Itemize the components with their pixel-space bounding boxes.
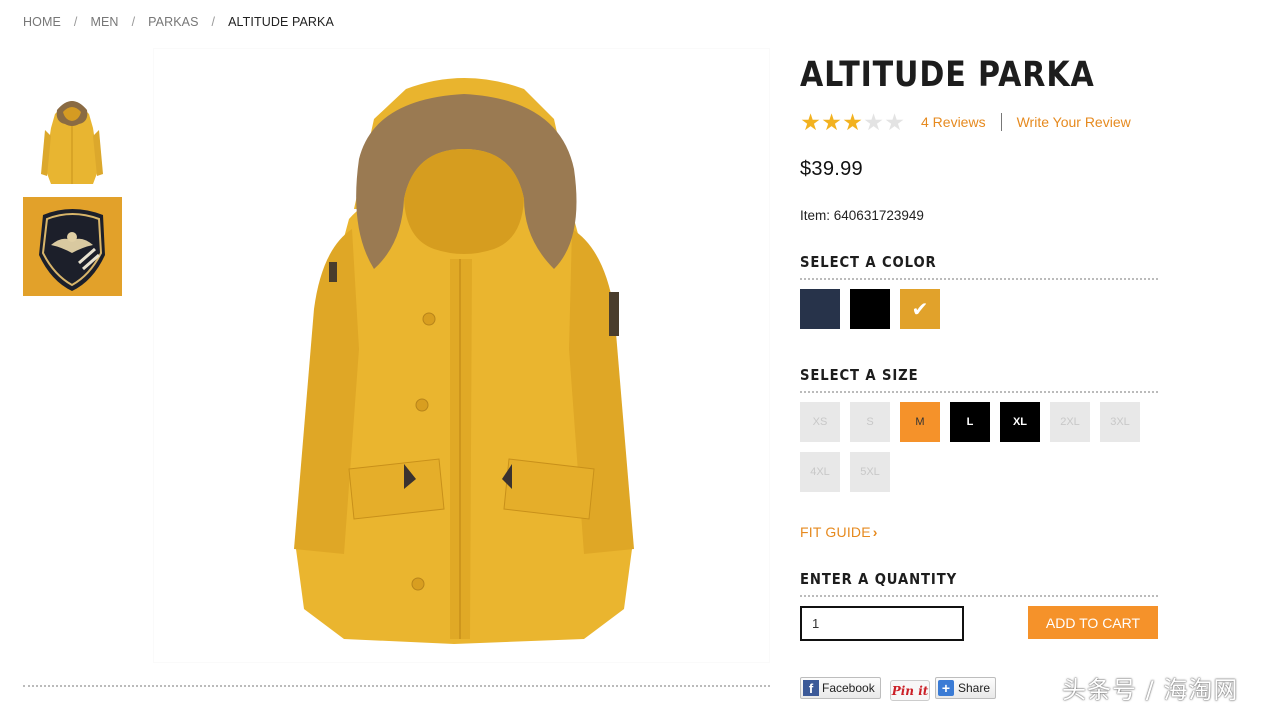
color-swatch-black[interactable] — [850, 289, 890, 329]
color-section-title: SELECT A COLOR — [800, 253, 937, 271]
item-value: 640631723949 — [833, 208, 924, 223]
breadcrumb-separator: / — [131, 15, 136, 29]
quantity-input[interactable] — [800, 606, 964, 641]
quantity-section-title: ENTER A QUANTITY — [800, 570, 958, 588]
fit-guide-link[interactable]: FIT GUIDE › — [800, 524, 878, 540]
size-section-title: SELECT A SIZE — [800, 366, 919, 384]
breadcrumb-men[interactable]: MEN — [90, 15, 118, 29]
plus-icon: + — [938, 680, 954, 696]
star-icon: ★ — [800, 109, 821, 135]
write-review-link[interactable]: Write Your Review — [1017, 114, 1131, 130]
share-button[interactable]: + Share — [935, 677, 997, 699]
checkmark-icon: ✔ — [911, 298, 929, 321]
add-to-cart-button[interactable]: ADD TO CART — [1028, 606, 1158, 639]
breadcrumb: HOME / MEN / PARKAS / ALTITUDE PARKA — [23, 15, 334, 29]
product-title: ALTITUDE PARKA — [800, 55, 1095, 95]
thumbnail-parka-front[interactable] — [23, 88, 122, 187]
chevron-right-icon: › — [872, 524, 878, 540]
patch-thumbnail-image — [23, 197, 122, 296]
star-icon: ★ — [842, 109, 863, 135]
breadcrumb-separator: / — [73, 15, 78, 29]
product-price: $39.99 — [800, 158, 863, 180]
item-label: Item: — [800, 208, 831, 223]
share-label: Share — [958, 681, 991, 695]
pinterest-button[interactable]: Pin it — [890, 680, 930, 701]
facebook-icon: f — [803, 680, 819, 696]
size-option-3xl[interactable]: 3XL — [1100, 402, 1140, 442]
size-option-4xl[interactable]: 4XL — [800, 452, 840, 492]
breadcrumb-home[interactable]: HOME — [23, 15, 61, 29]
color-section-rule — [800, 278, 1158, 280]
product-rating: ★ ★ ★ ★ ★ 4 Reviews Write Your Review — [800, 110, 1131, 134]
fit-guide-label: FIT GUIDE — [800, 524, 871, 540]
size-option-xs[interactable]: XS — [800, 402, 840, 442]
item-number: Item: 640631723949 — [800, 208, 924, 223]
image-divider — [23, 685, 770, 687]
size-option-xl[interactable]: XL — [1000, 402, 1040, 442]
thumbnail-patch-closeup[interactable] — [23, 197, 122, 296]
size-option-l[interactable]: L — [950, 402, 990, 442]
size-option-m[interactable]: M — [900, 402, 940, 442]
size-section-rule — [800, 391, 1158, 393]
size-option-s[interactable]: S — [850, 402, 890, 442]
size-option-5xl[interactable]: 5XL — [850, 452, 890, 492]
main-product-image[interactable] — [153, 48, 770, 663]
parka-image — [154, 49, 769, 662]
watermark: 头条号 / 海淘网 — [1062, 676, 1239, 704]
breadcrumb-current: ALTITUDE PARKA — [228, 15, 334, 29]
star-icon: ★ — [821, 109, 842, 135]
facebook-share-button[interactable]: f Facebook — [800, 677, 881, 699]
breadcrumb-separator: / — [211, 15, 216, 29]
breadcrumb-parkas[interactable]: PARKAS — [148, 15, 198, 29]
color-swatch-navy[interactable] — [800, 289, 840, 329]
star-icon: ★ — [863, 109, 884, 135]
size-option-2xl[interactable]: 2XL — [1050, 402, 1090, 442]
rating-stars: ★ ★ ★ ★ ★ — [800, 110, 905, 134]
star-icon: ★ — [884, 109, 905, 135]
quantity-section-rule — [800, 595, 1158, 597]
facebook-label: Facebook — [822, 681, 875, 695]
parka-thumbnail-image — [23, 88, 122, 187]
reviews-link[interactable]: 4 Reviews — [921, 114, 986, 130]
rating-divider — [1000, 113, 1002, 131]
color-swatch-gold[interactable]: ✔ — [900, 289, 940, 329]
